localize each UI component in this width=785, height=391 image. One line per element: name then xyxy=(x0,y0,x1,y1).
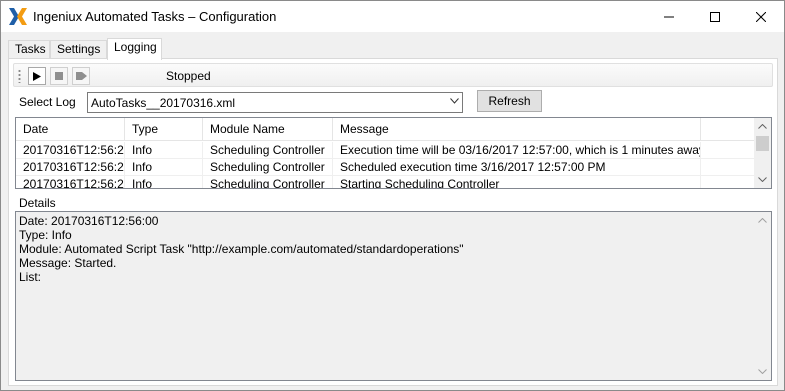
ingeniux-logo-icon xyxy=(9,8,27,25)
cell-module: Scheduling Controller xyxy=(203,176,333,188)
maximize-icon xyxy=(710,11,720,22)
chevron-up-icon xyxy=(758,218,767,223)
close-button[interactable] xyxy=(738,1,784,32)
refresh-button[interactable]: Refresh xyxy=(477,90,542,112)
stop-button[interactable] xyxy=(50,67,68,85)
start-button[interactable] xyxy=(28,67,46,85)
cell-filler xyxy=(701,176,755,188)
cell-date: 20170316T12:56:21 xyxy=(16,159,125,176)
status-text: Stopped xyxy=(166,69,211,83)
column-header-filler xyxy=(701,118,755,141)
cell-type: Info xyxy=(125,176,203,188)
details-content: Date: 20170316T12:56:00 Type: Info Module:… xyxy=(19,214,749,284)
column-header-date[interactable]: Date xyxy=(16,118,125,141)
tab-strip: Tasks Settings Logging xyxy=(8,38,778,60)
toolbar-grip[interactable] xyxy=(18,69,21,83)
cell-message: Execution time will be 03/16/2017 12:57:… xyxy=(333,142,701,159)
cell-module: Scheduling Controller xyxy=(203,142,333,159)
cell-filler xyxy=(701,142,755,159)
table-row[interactable]: 20170316T12:56:21 Info Scheduling Contro… xyxy=(16,159,755,176)
play-icon xyxy=(33,71,41,81)
details-line: Type: Info xyxy=(19,228,72,242)
details-line: List: xyxy=(19,270,42,284)
cell-filler xyxy=(701,159,755,176)
log-grid[interactable]: Date Type Module Name Message 20170316T1… xyxy=(15,117,772,189)
maximize-button[interactable] xyxy=(692,1,738,32)
step-icon xyxy=(75,72,87,80)
select-log-label: Select Log xyxy=(19,95,76,109)
details-scrollbar[interactable] xyxy=(754,212,771,380)
chevron-down-icon xyxy=(758,369,767,374)
tab-logging[interactable]: Logging xyxy=(107,38,162,60)
tab-tasks[interactable]: Tasks xyxy=(8,40,50,59)
cell-date: 20170316T12:56:21 xyxy=(16,176,125,188)
cell-module: Scheduling Controller xyxy=(203,159,333,176)
close-icon xyxy=(756,11,766,22)
app-window: Ingeniux Automated Tasks – Configuration… xyxy=(0,0,785,391)
scroll-up-button[interactable] xyxy=(754,118,771,135)
cell-message: Starting Scheduling Controller xyxy=(333,176,701,188)
column-header-message[interactable]: Message xyxy=(333,118,701,141)
minimize-button[interactable] xyxy=(646,1,692,32)
grid-header: Date Type Module Name Message xyxy=(16,118,755,141)
log-toolbar: Stopped xyxy=(13,63,773,87)
scroll-thumb[interactable] xyxy=(756,136,769,151)
details-line: Date: 20170316T12:56:00 xyxy=(19,214,159,228)
details-label: Details xyxy=(19,196,56,210)
title-bar[interactable]: Ingeniux Automated Tasks – Configuration xyxy=(1,1,784,32)
scroll-down-button[interactable] xyxy=(754,363,771,380)
log-file-value: AutoTasks__20170316.xml xyxy=(91,96,236,110)
chevron-up-icon xyxy=(758,124,767,129)
table-row[interactable]: 20170316T12:56:21 Info Scheduling Contro… xyxy=(16,142,755,159)
scroll-down-button[interactable] xyxy=(754,171,771,188)
scroll-up-button[interactable] xyxy=(754,212,771,229)
table-row[interactable]: 20170316T12:56:21 Info Scheduling Contro… xyxy=(16,176,755,188)
cell-message: Scheduled execution time 3/16/2017 12:57… xyxy=(333,159,701,176)
log-file-select[interactable]: AutoTasks__20170316.xml xyxy=(87,92,463,113)
stop-icon xyxy=(55,72,63,80)
details-line: Module: Automated Script Task "http://ex… xyxy=(19,242,464,256)
cell-type: Info xyxy=(125,159,203,176)
column-header-module[interactable]: Module Name xyxy=(203,118,333,141)
column-header-type[interactable]: Type xyxy=(125,118,203,141)
chevron-down-icon xyxy=(450,98,459,104)
step-button[interactable] xyxy=(72,67,90,85)
grid-scrollbar[interactable] xyxy=(754,118,771,188)
cell-type: Info xyxy=(125,142,203,159)
logging-panel: Stopped Select Log AutoTasks__20170316.x… xyxy=(8,58,778,386)
cell-date: 20170316T12:56:21 xyxy=(16,142,125,159)
details-textbox[interactable]: Date: 20170316T12:56:00 Type: Info Module:… xyxy=(15,211,772,381)
minimize-icon xyxy=(664,16,674,17)
window-title: Ingeniux Automated Tasks – Configuration xyxy=(33,9,277,24)
details-line: Message: Started. xyxy=(19,256,117,270)
tab-settings[interactable]: Settings xyxy=(50,40,107,59)
chevron-down-icon xyxy=(758,177,767,182)
